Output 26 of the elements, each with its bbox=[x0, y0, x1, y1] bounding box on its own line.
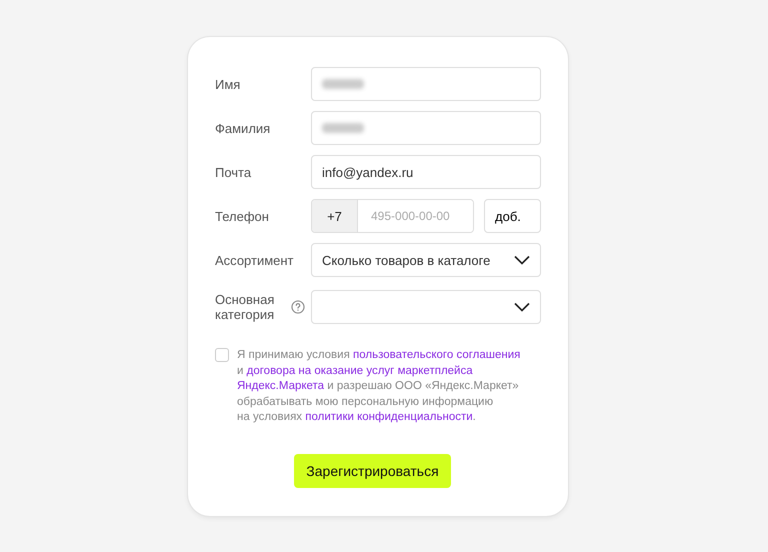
field-label: Основная категория bbox=[215, 292, 276, 322]
field-label: Ассортимент bbox=[215, 252, 294, 268]
country-code: +7 bbox=[312, 200, 357, 232]
terms-link[interactable]: пользовательского соглашения bbox=[353, 349, 520, 361]
blurred-value bbox=[322, 123, 364, 133]
field-label: Фамилия bbox=[215, 120, 270, 136]
phone-field[interactable]: +7 495-000-00-00 bbox=[311, 199, 474, 233]
dropdown[interactable] bbox=[311, 290, 541, 324]
checkbox[interactable] bbox=[215, 348, 229, 362]
terms-link[interactable]: политики конфиденциальности bbox=[305, 411, 473, 423]
field-label: Почта bbox=[215, 164, 252, 180]
terms-link[interactable]: договора на оказание услуг маркетплейса bbox=[246, 364, 473, 376]
chevron-down-icon bbox=[514, 302, 530, 312]
chevron-down-icon bbox=[514, 255, 530, 265]
terms-link[interactable]: Яндекс.Маркета bbox=[237, 380, 324, 392]
text-field[interactable]: info@yandex.ru bbox=[311, 155, 541, 189]
dropdown[interactable]: Сколько товаров в каталоге bbox=[311, 243, 541, 277]
consent-text: Я принимаю условия пользовательского соглашения и договора на оказание услуг маркетплейса Яндекс.Маркета и разрешаю ООО «Яндекс.Маркет» обрабатывать мою персональную информацию на условиях политики конфиденциальности. bbox=[237, 348, 520, 425]
help-icon[interactable] bbox=[291, 300, 305, 314]
text-field[interactable] bbox=[311, 67, 541, 101]
register-button[interactable]: Зарегистрироваться bbox=[294, 454, 451, 488]
field-label: Телефон bbox=[215, 208, 269, 224]
text-field[interactable] bbox=[311, 111, 541, 145]
blurred-value bbox=[322, 79, 364, 89]
extension-field[interactable]: доб. bbox=[484, 199, 541, 233]
field-label: Имя bbox=[215, 76, 240, 92]
